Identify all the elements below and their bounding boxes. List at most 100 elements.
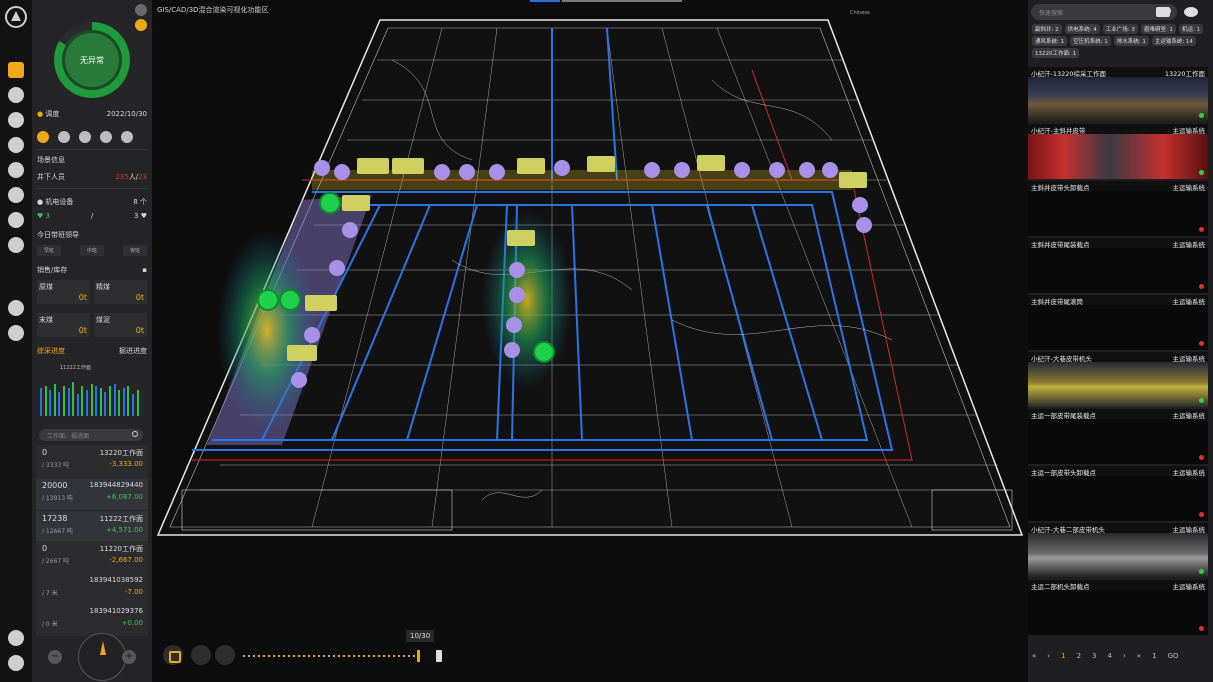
measure-button[interactable] [215,645,235,665]
video-icon[interactable] [1156,7,1170,17]
folder-icon[interactable] [8,325,24,341]
sales-label: 销售/库存 [37,266,68,274]
tab-overview-icon[interactable] [37,131,49,143]
icon-rail [0,0,32,682]
info-icon[interactable] [436,650,442,662]
filter-chip[interactable]: 13220工作面: 1 [1032,48,1080,58]
record-name: 11222工作面 [99,515,143,523]
page-3[interactable]: 3 [1092,652,1096,660]
timeline-track[interactable] [243,655,418,657]
filter-chip[interactable]: 空压机系统: 1 [1070,36,1111,46]
play-button[interactable] [163,645,183,665]
left-search-input[interactable]: 工作面、掘进面 [39,429,143,441]
record-item[interactable]: 20000 / 13913 吨 183944829440 +6,087.00 [36,478,148,510]
zoom-out-button[interactable]: − [48,650,62,664]
user-icon[interactable] [8,300,24,316]
camera-feed[interactable]: 主运一部皮带头卸载点 主运输系统 [1028,466,1208,521]
record-item[interactable]: 17238 / 12667 吨 11222工作面 +4,571.00 [36,511,148,543]
camera-feed[interactable]: 主斜井皮带头卸载点 主运输系统 [1028,181,1208,236]
camera-feed[interactable]: 主斜井皮带尾装载点 主运输系统 [1028,238,1208,293]
logout-icon[interactable] [8,655,24,671]
underground-value: 235人/23 [115,172,147,182]
next-page-button[interactable]: › [1123,652,1126,660]
right-panel: 快速搜索 副斜井: 2 供电系统: 4 工业广场: 3 避难硐室: 1 机运: 1 通风系… [1028,0,1213,682]
progress-chart: 11222工作面 [40,365,144,416]
zoom-in-button[interactable]: + [122,650,136,664]
record-actual: 0 [42,544,48,553]
tools-icon[interactable] [8,187,24,203]
dispatch-icon[interactable] [8,62,24,78]
compass-control[interactable] [78,633,126,681]
page-2[interactable]: 2 [1077,652,1081,660]
camera-feed[interactable]: 主运一部皮带尾装载点 主运输系统 [1028,409,1208,464]
progress-bar [109,386,111,416]
tab-person-icon[interactable] [100,131,112,143]
camera-feed[interactable]: 主斜井皮带尾滚筒 主运输系统 [1028,295,1208,350]
record-plan: / 13913 吨 [42,495,73,502]
date-label: 2022/10/30 [106,110,147,118]
tab-list-icon[interactable] [58,131,70,143]
progress-bar [132,394,134,416]
tab-record-icon[interactable] [79,131,91,143]
drone-icon[interactable] [1184,7,1198,17]
fan-icon[interactable] [8,137,24,153]
coal-value: 0t [78,326,87,335]
checklist-button[interactable] [191,645,211,665]
status-gauge: 无异常 [54,22,130,98]
record-item[interactable]: 0 / 3333 吨 13220工作面 -3,333.00 [36,445,148,477]
leader-label: 今日带班领导 [37,231,79,239]
camera-video [1028,533,1208,578]
camera-status-dot [1199,113,1204,118]
record-item[interactable]: / 7 米 183941038592 -7.00 [36,573,148,605]
search-icon[interactable] [132,431,138,437]
camera-status-dot [1199,512,1204,517]
ventilation-icon[interactable] [8,112,24,128]
dispatch-label[interactable]: ● 调度 [37,109,59,119]
underground-label: 井下人员 [37,173,65,181]
tab-chart-icon[interactable] [121,131,133,143]
equipment-slash: / [90,212,94,220]
record-item[interactable]: / 0 米 183941029376 +0.00 [36,604,148,636]
quick-search-placeholder: 快速搜索 [1039,10,1064,17]
tab-mining-progress[interactable]: 综采进度 [37,346,65,356]
filter-chip[interactable]: 副斜井: 2 [1032,24,1062,34]
world-icon[interactable] [8,237,24,253]
settings-mini-icon[interactable] [135,4,147,16]
globe-icon[interactable] [8,87,24,103]
filter-chip[interactable]: 排水系统: 1 [1113,36,1149,46]
shift-night[interactable]: 夜班 [122,245,147,256]
gear-icon[interactable] [8,212,24,228]
filter-chip[interactable]: 通风系统: 1 [1032,36,1068,46]
page-jump-select[interactable]: 1 [1152,652,1156,660]
page-4[interactable]: 4 [1108,652,1112,660]
camera-feed[interactable]: 主运二部机头卸载点 主运输系统 [1028,580,1208,635]
first-page-button[interactable]: « [1032,652,1036,660]
dispatch-label-text: 调度 [45,110,60,118]
helmet-icon[interactable] [8,630,24,646]
camera-feed[interactable]: 小纪汗-大巷皮带机头 主运输系统 [1028,352,1208,407]
filter-chip[interactable]: 工业广场: 3 [1102,24,1138,34]
camera-feed[interactable]: 小纪汗-主斜井皮带 主运输系统 [1028,124,1208,179]
shield-icon[interactable] [8,162,24,178]
heatmap-glow [217,230,317,430]
page-1[interactable]: 1 [1061,652,1065,660]
shift-early[interactable]: 早班 [37,245,62,256]
filter-chip[interactable]: 避难硐室: 1 [1140,24,1176,34]
camera-feed[interactable]: 小纪汗-大巷二部皮带机头 主运输系统 [1028,523,1208,578]
shift-middle[interactable]: 中班 [79,245,104,256]
camera-feed[interactable]: 小纪汗-13220综采工作面 13220工作面 [1028,67,1208,122]
panel-tabs [37,131,133,143]
sales-icon[interactable]: ▪ [142,266,147,274]
camera-status-dot [1199,626,1204,631]
go-button[interactable]: GO [1168,652,1179,660]
prev-page-button[interactable]: ‹ [1047,652,1050,660]
timeline-handle[interactable] [417,650,420,662]
filter-chip[interactable]: 机运: 1 [1178,24,1204,34]
map-canvas[interactable]: GIS/CAD/3D混合渲染可视化功能区 Chinese 10/30 [152,0,1028,682]
last-page-button[interactable]: » [1137,652,1141,660]
filter-chip[interactable]: 供电系统: 4 [1064,24,1100,34]
filter-chip[interactable]: 主运输系统: 14 [1151,36,1196,46]
alarm-mini-icon[interactable] [135,19,147,31]
tab-tunnel-progress[interactable]: 掘进进度 [119,346,147,356]
record-item[interactable]: 0 / 2667 吨 11220工作面 -2,667.00 [36,541,148,573]
